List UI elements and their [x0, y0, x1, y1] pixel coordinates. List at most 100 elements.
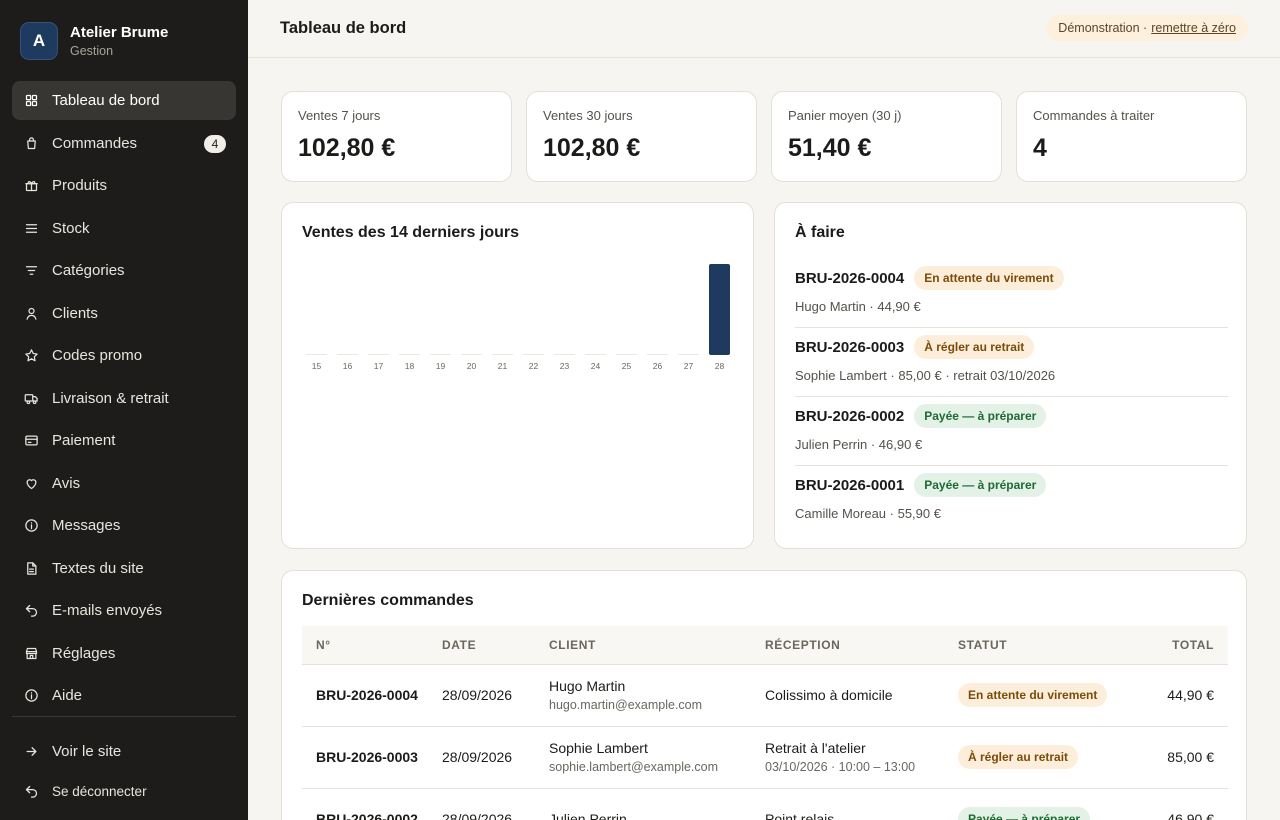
filter-icon [25, 266, 38, 275]
chart-bar [368, 354, 389, 355]
kpi-card-orders-pending: Commandes à traiter 4 [1016, 91, 1247, 182]
order-status: Payée — à préparer [958, 788, 1118, 820]
todo-card: À faire BRU-2026-0004 En attente du virem… [774, 202, 1247, 549]
order-total: 85,00 € [1118, 726, 1228, 789]
sidebar-item-label: Tableau de bord [52, 92, 160, 109]
todo-item[interactable]: BRU-2026-0001 Payée — à préparer Camille M… [795, 466, 1228, 526]
heart-icon [26, 478, 37, 489]
client-email: sophie.lambert@example.com [549, 760, 719, 774]
order-client: Sophie Lambert sophie.lambert@example.com [549, 726, 765, 789]
grid-icon [25, 94, 38, 107]
chart-bar [492, 354, 513, 355]
sidebar-item-dashboard[interactable]: Tableau de bord [12, 81, 236, 120]
todo-item[interactable]: BRU-2026-0004 En attente du virement Hugo … [795, 259, 1228, 328]
logout-button[interactable]: Se déconnecter [12, 781, 236, 801]
order-client: Hugo Martin hugo.martin@example.com [549, 664, 765, 727]
chart-tick-label: 18 [405, 361, 415, 371]
sidebar-item-label: Codes promo [52, 347, 143, 364]
sidebar-item-label: Paiement [52, 432, 116, 449]
kpi-label: Panier moyen (30 j) [788, 108, 902, 123]
sidebar: A Atelier Brume Gestion Tableau de bord C… [0, 0, 248, 820]
reply-icon [25, 604, 38, 617]
reception-detail: 03/10/2026 · 10:00 – 13:00 [765, 760, 916, 774]
col-total: TOTAL [1118, 626, 1228, 665]
help-icon [25, 689, 38, 702]
table-row[interactable]: BRU-2026-0004 28/09/2026 Hugo Martin hugo.m… [302, 664, 1228, 727]
chart-tick-label: 16 [343, 361, 353, 371]
sidebar-item-label: Aide [52, 687, 83, 704]
todo-order-id[interactable]: BRU-2026-0002 [795, 408, 904, 425]
order-id[interactable]: BRU-2026-0002 [302, 788, 442, 820]
kpi-value: 102,80 € [543, 134, 641, 162]
chart-bar [554, 354, 575, 355]
todo-meta: Hugo Martin · 44,90 € [795, 299, 921, 314]
reset-link[interactable]: remettre à zéro [1151, 21, 1236, 35]
chart-bar [306, 354, 327, 355]
kpi-card-sales-30d: Ventes 30 jours 102,80 € [526, 91, 757, 182]
sidebar-item-settings[interactable]: Réglages [12, 634, 236, 673]
sidebar-item-orders[interactable]: Commandes 4 [12, 124, 236, 163]
sidebar-item-reviews[interactable]: Avis [12, 464, 236, 503]
sales-chart: 15 16 17 18 19 20 21 22 23 24 25 26 27 28 [306, 264, 730, 371]
status-badge: À régler au retrait [958, 745, 1079, 769]
sidebar-item-categories[interactable]: Catégories [12, 251, 236, 290]
todo-order-id[interactable]: BRU-2026-0003 [795, 339, 904, 356]
todo-item[interactable]: BRU-2026-0003 À régler au retrait Sophie L… [795, 328, 1228, 397]
sidebar-divider [12, 716, 236, 717]
sidebar-item-stock[interactable]: Stock [12, 209, 236, 248]
sidebar-item-site-texts[interactable]: Textes du site [12, 549, 236, 588]
chart-tick-label: 15 [312, 361, 322, 371]
chart-tick-label: 21 [498, 361, 508, 371]
order-date: 28/09/2026 [442, 726, 549, 789]
kpi-value: 4 [1033, 134, 1047, 162]
sidebar-item-label: Textes du site [52, 559, 144, 577]
sidebar-item-label: Produits [52, 177, 108, 194]
sidebar-item-sent-emails[interactable]: E-mails envoyés [12, 591, 236, 630]
todo-item[interactable]: BRU-2026-0002 Payée — à préparer Julien Pe… [795, 397, 1228, 466]
sidebar-item-shipping[interactable]: Livraison & retrait [12, 379, 236, 418]
sidebar-item-clients[interactable]: Clients [12, 294, 236, 333]
chart-bar [647, 354, 668, 355]
view-site-label: Voir le site [52, 742, 122, 760]
kpi-label: Commandes à traiter [1033, 108, 1155, 123]
table-row[interactable]: BRU-2026-0003 28/09/2026 Sophie Lambert sop… [302, 726, 1228, 789]
demo-text: Démonstration · [1058, 21, 1148, 35]
view-site-link[interactable]: Voir le site [12, 740, 236, 762]
chart-tick-label: 17 [374, 361, 384, 371]
sidebar-item-messages[interactable]: Messages [12, 506, 236, 545]
table-row[interactable]: BRU-2026-0002 28/09/2026 Julien Perrin Poin… [302, 788, 1228, 820]
brand-name: Atelier Brume [70, 24, 169, 41]
file-text-icon [27, 561, 37, 575]
orders-count-badge: 4 [204, 134, 226, 153]
col-client: CLIENT [549, 626, 765, 665]
credit-card-icon [25, 435, 38, 446]
sidebar-item-payment[interactable]: Paiement [12, 421, 236, 460]
chart-bar [678, 354, 699, 355]
sidebar-item-label: Catégories [52, 262, 125, 279]
status-badge: Payée — à préparer [914, 473, 1047, 497]
sidebar-item-products[interactable]: Produits [12, 166, 236, 205]
order-id[interactable]: BRU-2026-0003 [302, 726, 442, 789]
order-total: 46,90 € [1118, 788, 1228, 820]
status-badge: En attente du virement [914, 266, 1064, 290]
sidebar-item-promo-codes[interactable]: Codes promo [12, 336, 236, 375]
sidebar-item-help[interactable]: Aide [12, 676, 236, 715]
chart-tick-label: 24 [591, 361, 601, 371]
todo-order-id[interactable]: BRU-2026-0001 [795, 477, 904, 494]
chart-tick-label: 27 [684, 361, 694, 371]
demo-banner: Démonstration · remettre à zéro [1046, 15, 1248, 41]
col-date: DATE [442, 626, 549, 665]
sidebar-item-label: Clients [52, 304, 98, 322]
order-reception: Retrait à l'atelier 03/10/2026 · 10:00 – … [765, 726, 958, 789]
undo-icon [25, 785, 38, 798]
todo-title: À faire [795, 224, 845, 241]
star-icon [25, 349, 38, 362]
sidebar-item-label: E-mails envoyés [52, 602, 163, 619]
kpi-card-sales-7d: Ventes 7 jours 102,80 € [281, 91, 512, 182]
todo-order-id[interactable]: BRU-2026-0004 [795, 270, 904, 287]
order-id[interactable]: BRU-2026-0004 [302, 664, 442, 727]
kpi-value: 51,40 € [788, 134, 872, 162]
chart-bar [430, 354, 451, 355]
kpi-label: Ventes 30 jours [543, 108, 633, 123]
reception-mode: Colissimo à domicile [765, 687, 893, 703]
